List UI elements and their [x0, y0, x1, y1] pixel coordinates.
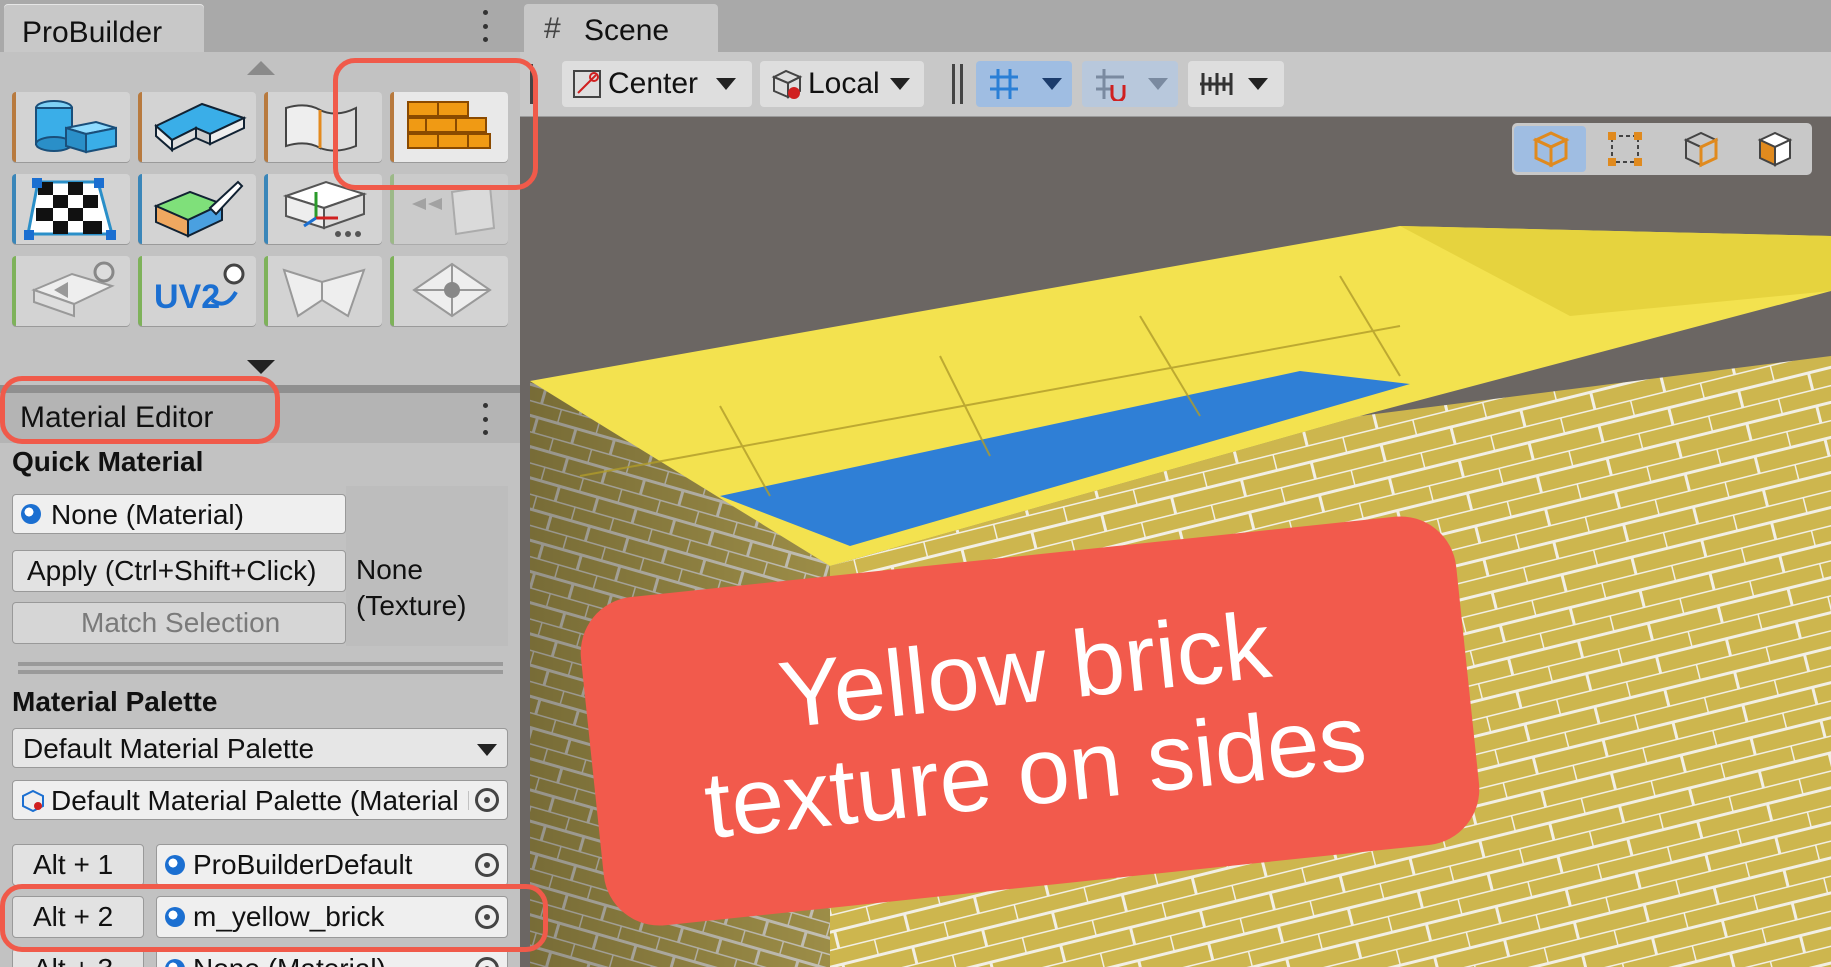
highlight-material-editor-tool: [333, 58, 538, 190]
tool-poly-shape[interactable]: [138, 92, 256, 162]
vertex-select-icon: [1608, 132, 1642, 166]
probuilder-tab-bar: ProBuilder: [0, 0, 520, 52]
slot-shortcut-label: Alt + 1: [33, 849, 114, 880]
tool-vertex-colors[interactable]: [138, 174, 256, 244]
pivot-mode-label: Center: [608, 67, 699, 100]
grid-hash-icon: #: [544, 12, 561, 45]
magnet-grid-icon: [1096, 69, 1126, 101]
scene-tab[interactable]: # Scene: [524, 4, 718, 52]
uv2-settings-icon: UV2: [154, 263, 245, 316]
tool-uv-editor[interactable]: [12, 174, 130, 244]
separator: [18, 670, 503, 674]
flip-normals-icon: [282, 268, 366, 318]
chevron-down-icon: [1248, 78, 1268, 90]
apply-button[interactable]: Apply (Ctrl+Shift+Click): [12, 550, 346, 592]
scene-view[interactable]: # Scene Center Local Yellow brick textur…: [520, 0, 1831, 967]
texture-preview-label: None (Texture): [356, 554, 467, 622]
tool-subdivide[interactable]: [390, 256, 508, 326]
toolbar-separator: [960, 64, 963, 104]
probuilder-menu-icon[interactable]: [480, 10, 490, 42]
material-dot-icon: [165, 855, 185, 875]
scene-toolbar: Center Local: [520, 52, 1831, 117]
apply-button-label: Apply (Ctrl+Shift+Click): [27, 555, 317, 586]
object-cube-icon: [1532, 131, 1570, 168]
palette-dropdown-value: Default Material Palette: [23, 733, 315, 764]
selection-mode-bar: [1512, 123, 1812, 175]
highlight-material-editor-tab: [0, 376, 280, 444]
quick-material-value: None (Material): [51, 499, 244, 530]
ruler-icon: [1200, 73, 1233, 95]
material-dot-icon: [21, 504, 41, 524]
separator: [18, 662, 503, 666]
scene-tab-label: Scene: [584, 14, 670, 47]
svg-text:UV2: UV2: [154, 278, 220, 316]
highlight-yellow-brick-slot: [0, 884, 548, 952]
slot-material-field[interactable]: ProBuilderDefault: [156, 844, 508, 886]
scroll-up-arrow-icon[interactable]: [247, 61, 275, 75]
scroll-down-arrow-icon[interactable]: [247, 360, 275, 374]
toolbar-separator: [952, 64, 955, 104]
object-picker-icon[interactable]: [475, 788, 499, 812]
chevron-down-icon: [1148, 78, 1168, 90]
match-selection-button[interactable]: Match Selection: [12, 602, 346, 644]
face-mode-button[interactable]: [1738, 126, 1810, 172]
edge-cube-icon: [1683, 131, 1719, 168]
poly-shape-icon: [154, 102, 247, 153]
chevron-down-icon: [890, 78, 910, 90]
subdivide-icon: [412, 262, 492, 318]
slot-material-value: None (Material): [193, 953, 386, 967]
new-shape-icon: [35, 100, 117, 154]
object-picker-icon[interactable]: [475, 957, 499, 967]
palette-asset-field[interactable]: Default Material Palette (Material Palet…: [12, 780, 508, 820]
palette-dropdown[interactable]: Default Material Palette: [12, 728, 508, 768]
object-picker-icon[interactable]: [475, 853, 499, 877]
vertex-mode-button[interactable]: [1588, 126, 1660, 172]
object-mode-button[interactable]: [1514, 126, 1586, 172]
probuilder-tab-label: ProBuilder: [22, 16, 163, 49]
vertex-colors-icon: [153, 180, 244, 238]
pivot-rotation-dropdown[interactable]: Local: [760, 61, 924, 107]
uv-editor-icon: [24, 178, 116, 240]
palette-asset-value: Default Material Palette (Material Palet…: [51, 785, 469, 816]
scene-tab-bar: # Scene: [520, 0, 1831, 52]
slot-shortcut-button[interactable]: Alt + 1: [12, 844, 144, 886]
texture-preview[interactable]: None (Texture): [346, 486, 508, 646]
pivot-mode-dropdown[interactable]: Center: [562, 61, 752, 107]
tool-flip-normals[interactable]: [264, 256, 382, 326]
chevron-down-icon: [1042, 78, 1062, 90]
palette-asset-icon: [22, 789, 44, 813]
slot-shortcut-label: Alt + 3: [33, 953, 113, 967]
quick-material-field[interactable]: None (Material): [12, 494, 346, 534]
local-space-icon: [771, 69, 803, 99]
ruler-toggle[interactable]: [1188, 61, 1284, 107]
material-palette-title: Material Palette: [12, 686, 218, 717]
material-editor-menu-icon[interactable]: [480, 403, 490, 435]
match-selection-label: Match Selection: [81, 607, 281, 638]
edge-mode-button[interactable]: [1664, 126, 1736, 172]
pivot-center-icon: [573, 70, 601, 98]
grid-snapping-toggle[interactable]: [976, 61, 1072, 107]
increment-snapping-toggle[interactable]: [1082, 61, 1178, 107]
tool-export-settings[interactable]: [12, 256, 130, 326]
pivot-rotation-label: Local: [808, 67, 880, 100]
export-settings-icon: [31, 261, 115, 318]
chevron-down-icon: [716, 78, 736, 90]
face-cube-icon: [1757, 131, 1793, 167]
probuilder-tab[interactable]: ProBuilder: [4, 4, 204, 52]
quick-material-title: Quick Material: [12, 446, 204, 477]
grid-snap-icon: [990, 69, 1018, 99]
chevron-down-icon: [477, 744, 497, 756]
material-dot-icon: [165, 959, 185, 967]
slot-material-value: ProBuilderDefault: [193, 849, 413, 880]
tool-new-shape[interactable]: [12, 92, 130, 162]
tool-uv2-settings[interactable]: UV2: [138, 256, 256, 326]
